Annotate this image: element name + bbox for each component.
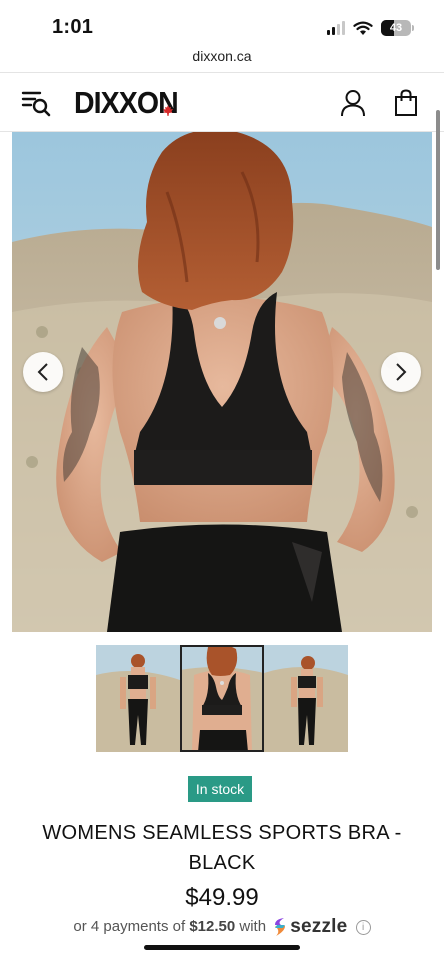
cellular-signal-icon	[327, 21, 345, 35]
thumbnail-front[interactable]	[96, 645, 180, 752]
sezzle-mark-icon	[275, 918, 286, 936]
info-icon[interactable]: i	[355, 919, 371, 935]
account-icon[interactable]	[340, 89, 366, 117]
gallery-next-button[interactable]	[381, 352, 421, 392]
status-icons: 43	[327, 20, 414, 36]
battery-level: 43	[389, 22, 403, 34]
status-time: 1:01	[52, 16, 94, 38]
sezzle-provider: sezzle	[290, 916, 348, 937]
battery-icon: 43	[381, 20, 411, 36]
stock-status-badge: In stock	[188, 776, 252, 802]
thumbnail-side[interactable]	[264, 645, 348, 752]
address-bar[interactable]: dixxon.ca	[0, 44, 444, 72]
shopping-bag-icon[interactable]	[394, 89, 418, 117]
product-title: WOMENS SEAMLESS SPORTS BRA - BLACK	[42, 822, 402, 874]
gallery-prev-button[interactable]	[23, 352, 63, 392]
product-main-image[interactable]	[12, 132, 432, 632]
wifi-icon	[353, 21, 373, 35]
maple-leaf-icon	[163, 105, 173, 116]
status-bar: 1:01 43	[0, 0, 444, 44]
thumbnail-strip	[96, 645, 348, 752]
page-scrollbar[interactable]	[436, 110, 440, 270]
installment-prefix: or 4 payments of	[73, 917, 186, 935]
sezzle-logo[interactable]: sezzle	[272, 916, 347, 938]
installment-suffix: with	[239, 917, 267, 935]
thumbnail-back[interactable]	[180, 645, 264, 752]
installment-info: or 4 payments of $12.50 with sezzle i	[0, 916, 444, 938]
chevron-right-icon	[396, 363, 407, 381]
menu-search-icon[interactable]	[20, 87, 52, 119]
site-header: DIXXON	[0, 72, 444, 132]
chevron-left-icon	[37, 363, 48, 381]
home-indicator	[144, 945, 300, 950]
product-price: $49.99	[185, 884, 259, 911]
installment-amount: $12.50	[189, 917, 236, 935]
